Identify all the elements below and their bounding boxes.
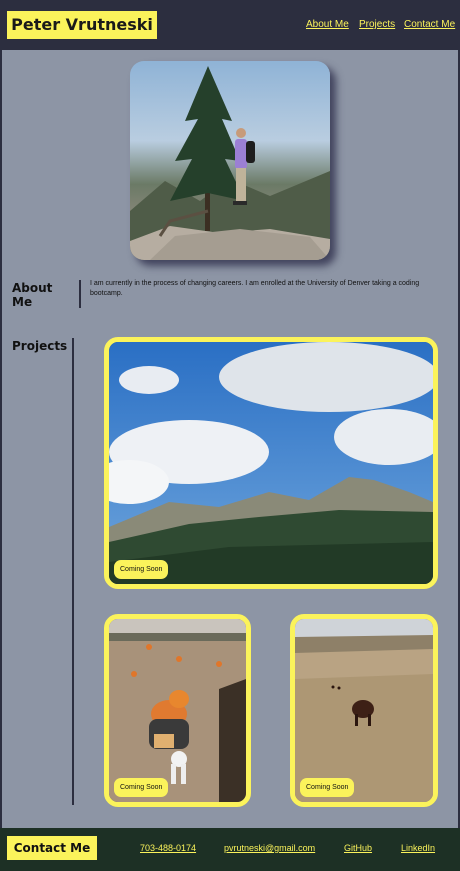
nav-link-contact[interactable]: Contact Me [404,19,455,30]
site-footer: Contact Me 703-488-0174 pvrutneski@gmail… [0,828,460,871]
footer-link-email[interactable]: pvrutneski@gmail.com [224,843,315,853]
profile-photo [130,61,330,260]
projects-title: Projects [12,339,68,353]
footer-link-linkedin[interactable]: LinkedIn [401,843,435,853]
footer-link-github[interactable]: GitHub [344,843,372,853]
project-card[interactable]: Coming Soon [290,614,438,807]
about-text: I am currently in the process of changin… [90,280,420,297]
coming-soon-badge: Coming Soon [114,778,169,797]
coming-soon-badge: Coming Soon [114,560,169,579]
about-divider [79,280,81,308]
nav-link-projects[interactable]: Projects [359,19,395,30]
frame-edge-left [0,50,2,828]
site-brand[interactable]: Peter Vrutneski [7,11,157,39]
project-card[interactable]: Coming Soon [104,614,251,807]
nav-link-about[interactable]: About Me [306,19,349,30]
footer-link-phone[interactable]: 703-488-0174 [140,843,196,853]
coming-soon-badge: Coming Soon [300,778,355,797]
project-card[interactable]: Coming Soon [104,337,438,589]
about-title: About Me [12,281,53,309]
footer-contact-title: Contact Me [7,836,97,860]
site-header: Peter Vrutneski About Me Projects Contac… [0,0,460,50]
projects-divider [72,338,74,805]
